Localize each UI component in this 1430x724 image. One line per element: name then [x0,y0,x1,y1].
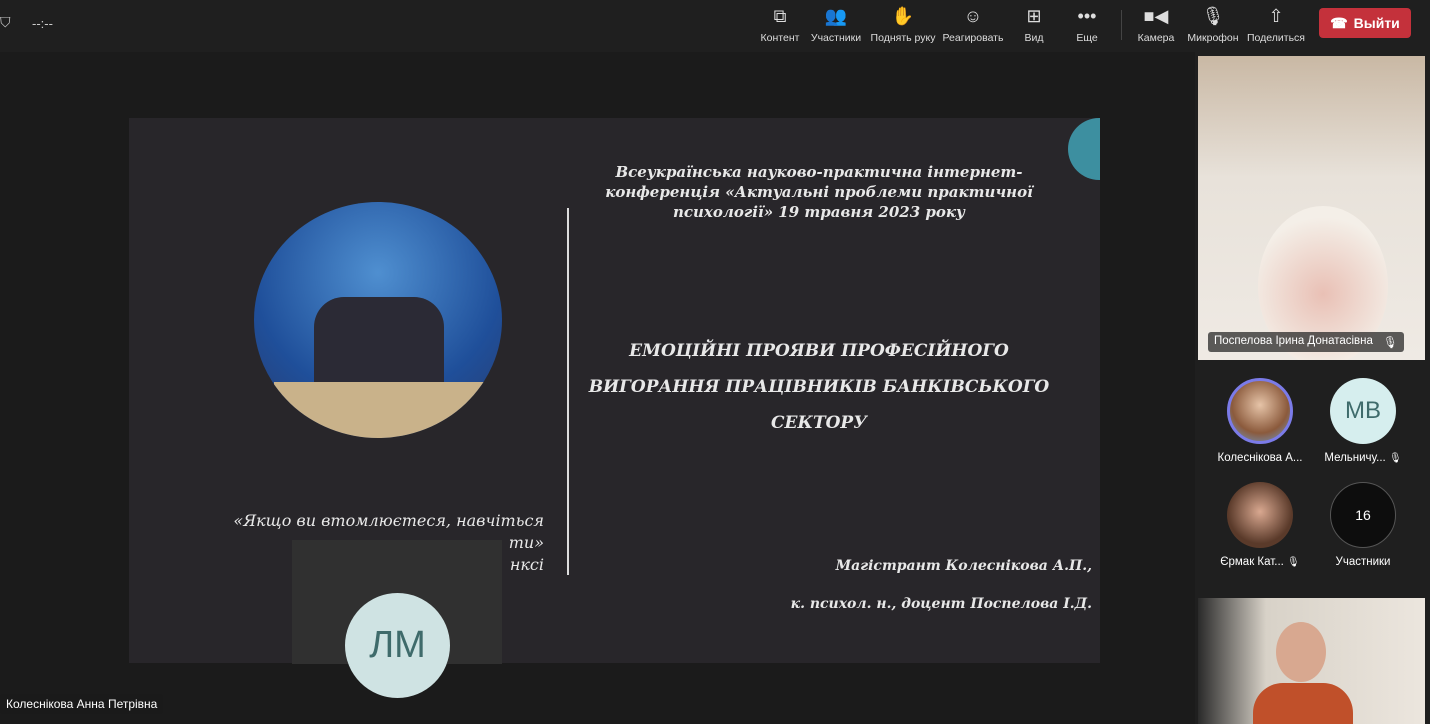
view-icon: ⊞ [1026,6,1042,26]
content-icon: ⧉ [773,6,787,26]
participant-tile-lm[interactable]: ЛМ [292,540,502,698]
video-tile-pospelova[interactable]: Поспелова Ірина Донатасівна 🎙 [1198,56,1425,360]
mic-off-icon: 🎙 [1388,453,1402,464]
slide-image [254,202,502,438]
avatar: ЛМ [345,593,450,698]
share-button[interactable]: ⇧ Поделиться [1241,4,1311,44]
participants-overflow-button[interactable]: 16 Участники [1313,482,1413,568]
slide-title: ЕМОЦІЙНІ ПРОЯВИ ПРОФЕСІЙНОГО ВИГОРАННЯ П… [588,341,1050,433]
react-icon: ☺ [963,6,983,26]
more-button[interactable]: ••• Еще [1052,4,1122,44]
camera-icon: ■◀ [1143,6,1169,26]
share-icon: ⇧ [1268,6,1284,26]
mic-off-icon: 🎙 [1287,557,1300,568]
shield-icon: ⛉ [0,14,11,30]
microphone-button[interactable]: 🎙 Микрофон [1178,4,1248,44]
slide-divider [567,208,569,575]
video-tile[interactable] [1198,598,1425,724]
top-toolbar: ⛉ --:-- ⧉ Контент 👥 Участники ✋ Поднять рук… [0,0,1430,52]
mic-off-icon: 🎙 [1382,337,1398,349]
decorative-circle [1068,118,1100,180]
leave-button[interactable]: ☎ Выйти [1319,8,1411,38]
overflow-count: 16 [1330,482,1396,548]
meeting-timer: --:-- [32,16,53,31]
name-tag: Поспелова Ірина Донатасівна 🎙 [1208,332,1404,352]
avatar: МВ [1330,378,1396,444]
participants-icon: 👥 [824,6,848,26]
conference-text: Всеукраїнська науково-практична інтернет… [605,163,1033,221]
author-1: Магістрант Колеснікова А.П., [835,558,1092,574]
mic-off-icon: 🎙 [1201,6,1225,26]
participant-tile[interactable]: Колеснікова А... [1210,378,1310,464]
more-icon: ••• [1077,6,1097,26]
react-button[interactable]: ☺ Реагировать [938,4,1008,44]
phone-hangup-icon: ☎ [1330,14,1348,31]
avatar [1227,378,1293,444]
participant-tile[interactable]: Єрмак Кат... 🎙 [1210,482,1310,568]
author-2: к. психол. н., доцент Поспелова І.Д. [790,596,1092,612]
participants-button[interactable]: 👥 Участники [801,4,871,44]
presenter-name-tag: Колеснікова Анна Петрівна [0,694,164,714]
raise-hand-button[interactable]: ✋ Поднять руку [868,4,938,44]
participant-tile[interactable]: МВ Мельничу... 🎙 [1313,378,1413,464]
avatar [1227,482,1293,548]
shared-slide: Всеукраїнська науково-практична інтернет… [129,118,1100,663]
raise-hand-icon: ✋ [891,6,915,26]
participants-panel: Поспелова Ірина Донатасівна 🎙 Колеснікова… [1195,52,1430,724]
